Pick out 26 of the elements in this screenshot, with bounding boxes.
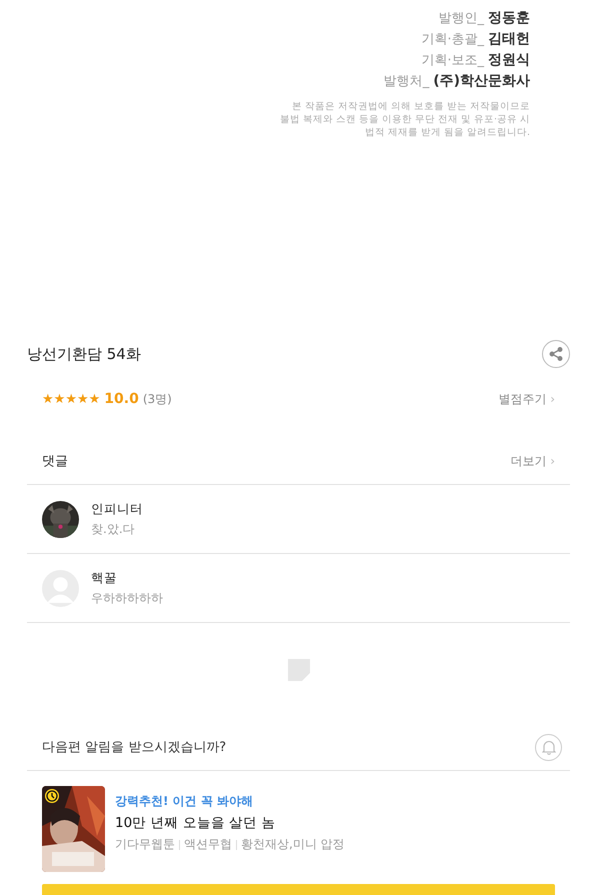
rate-link[interactable]: 별점주기 › xyxy=(498,390,555,408)
webtoon-meta: 액션무협 xyxy=(184,836,232,853)
credit-role: 발행처_ xyxy=(384,74,430,89)
rating-score: 10.0 xyxy=(104,391,139,407)
copyright-notice: 본 작품은 저작권법에 의해 보호를 받는 저작물이므로 불법 복제와 스캔 등을 이용한 무단 전재 및 유포·공유 시 법적 제재를 받게 됨을 알려드립니다. xyxy=(278,100,530,139)
credit-role: 기획·보조_ xyxy=(421,53,484,68)
comments-label: 댓글 xyxy=(42,453,68,470)
more-link[interactable]: 더보기 › xyxy=(510,452,555,470)
rating-count: (3명) xyxy=(142,390,172,408)
credit-name: 정동훈 xyxy=(488,10,530,26)
comment-text: 찾.았.다 xyxy=(91,520,136,538)
notification-prompt: 다음편 알림을 받으시겠습니까? xyxy=(42,739,226,756)
webtoon-meta: 황천재상,미니 압정 xyxy=(241,836,345,853)
credit-role: 기획·총괄_ xyxy=(421,32,484,47)
webtoon-meta: 기다무웹툰 xyxy=(115,836,175,853)
credit-name: 정원식 xyxy=(488,52,530,68)
credit-role: 발행인_ xyxy=(438,11,484,26)
credit-name: (주)학산문화사 xyxy=(433,73,530,89)
episode-title: 낭선기환담 54화 xyxy=(27,344,141,364)
star-rating: ★★★★★ xyxy=(42,392,100,406)
credit-name: 김태헌 xyxy=(488,31,530,47)
recommend-tag: 강력추천! 이건 꼭 봐야해 xyxy=(115,793,345,810)
comment-author: 핵꿀 xyxy=(91,570,118,586)
comment-author: 인피니터 xyxy=(91,500,143,518)
comment-text: 우하하하하하 xyxy=(91,590,163,606)
webtoon-title[interactable]: 10만 년째 오늘을 살던 놈 xyxy=(115,814,345,832)
